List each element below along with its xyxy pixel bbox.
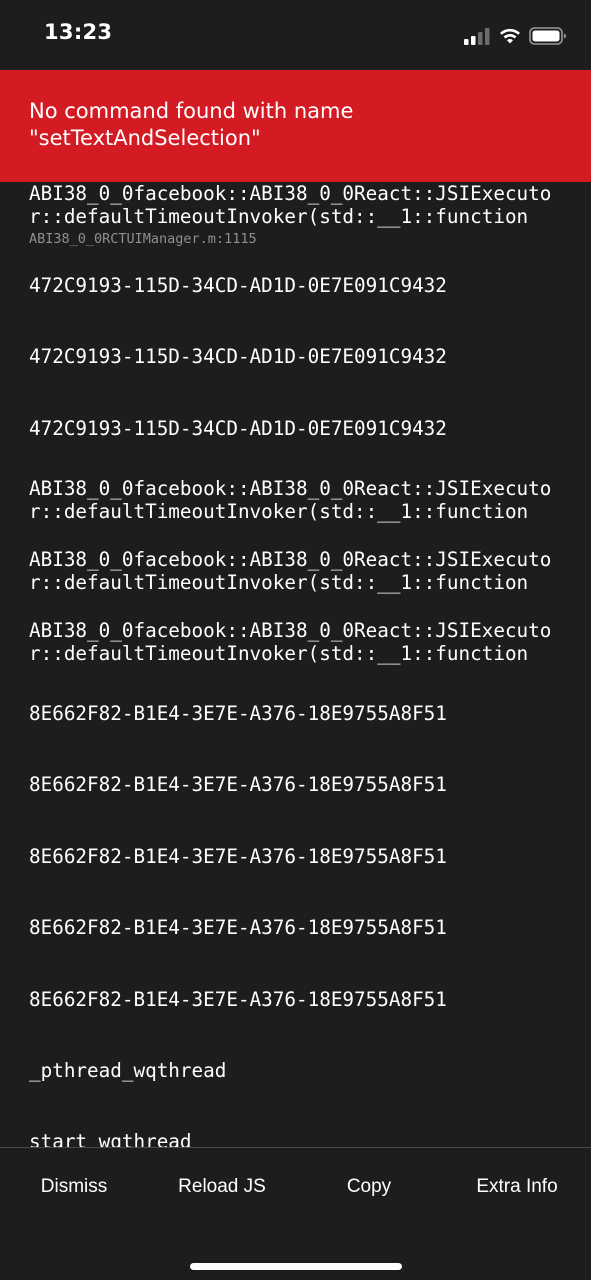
stack-frame-method: _pthread_wqthread	[29, 1059, 227, 1082]
copy-button[interactable]: Copy	[309, 1176, 429, 1202]
status-icons	[463, 24, 567, 48]
stack-frame[interactable]: 8E662F82-B1E4-3E7E-A376-18E9755A8F51	[29, 916, 574, 939]
wifi-icon	[500, 28, 520, 44]
footer-toolbar: Dismiss Reload JS Copy Extra Info	[0, 1147, 591, 1280]
stack-frame[interactable]: 8E662F82-B1E4-3E7E-A376-18E9755A8F51	[29, 773, 574, 796]
stack-frame-method: 8E662F82-B1E4-3E7E-A376-18E9755A8F51	[29, 916, 447, 939]
reload-js-button[interactable]: Reload JS	[160, 1176, 284, 1202]
stack-frame[interactable]: ABI38_0_0facebook::ABI38_0_0React::JSIEx…	[29, 477, 574, 523]
stack-frame[interactable]: ABI38_0_0facebook::ABI38_0_0React::JSIEx…	[29, 619, 574, 665]
stack-frame-method: 8E662F82-B1E4-3E7E-A376-18E9755A8F51	[29, 702, 447, 725]
stack-frame[interactable]: 8E662F82-B1E4-3E7E-A376-18E9755A8F51	[29, 702, 574, 725]
stack-trace-scroll[interactable]: ABI38_0_0facebook::ABI38_0_0React::JSIEx…	[0, 182, 591, 1147]
cellular-signal-icon	[464, 28, 490, 45]
stack-frame[interactable]: 8E662F82-B1E4-3E7E-A376-18E9755A8F51	[29, 988, 574, 1011]
stack-frame-method: ABI38_0_0facebook::ABI38_0_0React::JSIEx…	[29, 182, 552, 228]
stack-frame[interactable]: 472C9193-115D-34CD-AD1D-0E7E091C9432	[29, 345, 574, 368]
error-message: No command found with name "setTextAndSe…	[29, 99, 361, 150]
redbox-error-screen: 13:23 No command found with name "setTex…	[0, 0, 591, 1280]
stack-frame-method: ABI38_0_0facebook::ABI38_0_0React::JSIEx…	[29, 619, 552, 665]
stack-frame[interactable]: 472C9193-115D-34CD-AD1D-0E7E091C9432	[29, 417, 574, 440]
extra-info-button[interactable]: Extra Info	[455, 1176, 579, 1202]
stack-frame-method: start_wqthread	[29, 1130, 192, 1147]
stack-frame[interactable]: _pthread_wqthread	[29, 1059, 574, 1082]
error-banner: No command found with name "setTextAndSe…	[0, 70, 591, 182]
home-indicator[interactable]	[190, 1263, 402, 1270]
stack-frame[interactable]: 8E662F82-B1E4-3E7E-A376-18E9755A8F51	[29, 845, 574, 868]
status-bar: 13:23	[0, 0, 591, 70]
stack-frame-method: 472C9193-115D-34CD-AD1D-0E7E091C9432	[29, 345, 447, 368]
dismiss-button[interactable]: Dismiss	[14, 1176, 134, 1202]
stack-frame-method: ABI38_0_0facebook::ABI38_0_0React::JSIEx…	[29, 477, 552, 523]
stack-frame-method: 472C9193-115D-34CD-AD1D-0E7E091C9432	[29, 274, 447, 297]
battery-icon	[529, 27, 566, 45]
stack-frame-method: 8E662F82-B1E4-3E7E-A376-18E9755A8F51	[29, 773, 447, 796]
stack-frame[interactable]: ABI38_0_0facebook::ABI38_0_0React::JSIEx…	[29, 182, 574, 248]
stack-frame-file: ABI38_0_0RCTUIManager.m:1115	[29, 231, 257, 247]
stack-frame[interactable]: ABI38_0_0facebook::ABI38_0_0React::JSIEx…	[29, 548, 574, 594]
stack-frame-method: ABI38_0_0facebook::ABI38_0_0React::JSIEx…	[29, 548, 552, 594]
stack-frame[interactable]: start_wqthread	[29, 1130, 574, 1147]
stack-frame-method: 472C9193-115D-34CD-AD1D-0E7E091C9432	[29, 417, 447, 440]
stack-frame-method: 8E662F82-B1E4-3E7E-A376-18E9755A8F51	[29, 988, 447, 1011]
stack-frame[interactable]: 472C9193-115D-34CD-AD1D-0E7E091C9432	[29, 274, 574, 297]
status-time: 13:23	[44, 20, 113, 44]
stack-frame-method: 8E662F82-B1E4-3E7E-A376-18E9755A8F51	[29, 845, 447, 868]
